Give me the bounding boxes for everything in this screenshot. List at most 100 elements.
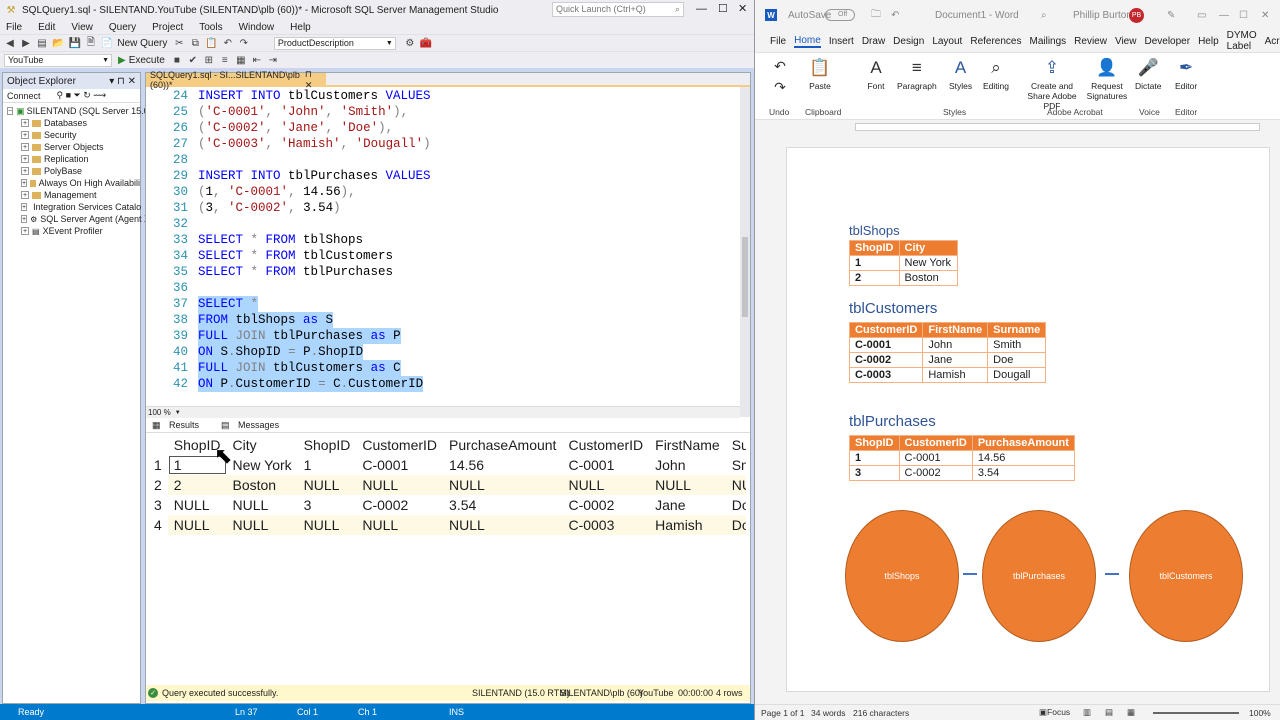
query-doc-tab[interactable]: SQLQuery1.sql - SI...SILENTAND\plb (60))…	[146, 69, 326, 90]
tree-node-polybase[interactable]: + PolyBase	[3, 165, 140, 177]
comment-icon[interactable]: ⇤	[251, 54, 263, 66]
document-page[interactable]: tblShops ShopID City 1 New York 2 Boston tb…	[786, 147, 1270, 692]
table-cell[interactable]: NULL	[649, 475, 726, 495]
table-cell[interactable]: Hamish	[649, 515, 726, 535]
styles-button[interactable]: A Styles	[949, 57, 972, 91]
menu-project[interactable]: Project	[152, 22, 183, 33]
database-combo[interactable]: YouTube ▼	[4, 53, 112, 67]
ruler[interactable]	[755, 120, 1280, 134]
table-cell[interactable]: Do	[725, 515, 746, 535]
editor-scrollbar[interactable]	[740, 87, 750, 417]
undo-button[interactable]: ↶ ↷	[769, 55, 791, 96]
table-cell[interactable]: C-0001	[356, 455, 443, 475]
tree-node-management[interactable]: + Management	[3, 189, 140, 201]
tab-references[interactable]: References	[970, 36, 1021, 47]
table-cell[interactable]: NULL	[226, 515, 298, 535]
print-layout-icon[interactable]: ▤	[1105, 707, 1113, 718]
font-button[interactable]: A Font	[865, 57, 887, 91]
expand-icon[interactable]: +	[21, 155, 29, 163]
table-cell[interactable]: C-0001	[562, 455, 649, 475]
create-share-pdf-button[interactable]: ⇪ Create and Share Adobe PDF	[1019, 57, 1085, 111]
column-header[interactable]: PurchaseAmount	[443, 435, 562, 455]
column-header[interactable]: CustomerID	[562, 435, 649, 455]
toolbox-icon[interactable]: 🧰	[420, 37, 432, 49]
close-button[interactable]: ✕	[738, 2, 747, 15]
minimize-button[interactable]: —	[1219, 10, 1229, 21]
tab-results[interactable]: ▦ Results	[152, 420, 207, 431]
execute-button[interactable]: ▶ Execute	[118, 55, 165, 66]
undo-icon[interactable]: ↶	[891, 10, 899, 21]
scrollbar-thumb[interactable]	[742, 237, 748, 317]
tree-node-integration-services[interactable]: + Integration Services Catalo	[3, 201, 141, 213]
filter-icon[interactable]: ⚲ ■ ⏷ ↻ ⟿	[57, 90, 107, 101]
table-cell[interactable]: 14.56	[443, 455, 562, 475]
diagram-node-customers[interactable]: tblCustomers	[1129, 510, 1243, 642]
save-icon[interactable]: 🗀	[871, 7, 881, 24]
table-cell[interactable]: 1	[298, 455, 357, 475]
ribbon-display-icon[interactable]: ▭	[1197, 10, 1206, 21]
tab-mailings[interactable]: Mailings	[1029, 36, 1066, 47]
solution-config-combo[interactable]: ProductDescription ▼	[273, 36, 396, 50]
collapse-icon[interactable]: −	[7, 107, 14, 115]
properties-icon[interactable]: ⚙	[404, 37, 416, 49]
new-query-button[interactable]: 📄 New Query	[101, 37, 167, 49]
table-cell[interactable]: 3	[298, 495, 357, 515]
redo-icon[interactable]: ↷	[238, 37, 250, 49]
paste-icon[interactable]: 📋	[205, 37, 217, 49]
tab-developer[interactable]: Developer	[1144, 36, 1190, 47]
menu-help[interactable]: Help	[290, 22, 311, 33]
maximize-button[interactable]: ☐	[718, 2, 728, 15]
diagram-node-purchases[interactable]: tblPurchases	[982, 510, 1096, 642]
table-cell[interactable]: NULL	[167, 515, 227, 535]
tab-home[interactable]: Home	[794, 35, 821, 48]
paste-button[interactable]: 📋 Paste	[809, 57, 831, 91]
column-header[interactable]: Su	[726, 435, 746, 455]
expand-icon[interactable]: +	[21, 191, 29, 199]
tab-view[interactable]: View	[1115, 36, 1137, 47]
menu-window[interactable]: Window	[239, 22, 275, 33]
column-header[interactable]: FirstName	[649, 435, 726, 455]
table-cell[interactable]: NU	[725, 475, 746, 495]
expand-icon[interactable]: +	[21, 131, 29, 139]
read-mode-icon[interactable]: ▥	[1083, 707, 1091, 718]
tree-node-server-objects[interactable]: + Server Objects	[3, 141, 140, 153]
table-cell[interactable]: C-0002	[356, 495, 443, 515]
table-cell[interactable]: Do	[726, 495, 746, 515]
open-icon[interactable]: 📂	[52, 37, 64, 49]
connect-button[interactable]: Connect	[7, 91, 41, 101]
menu-edit[interactable]: Edit	[38, 22, 55, 33]
expand-icon[interactable]: +	[21, 179, 28, 187]
web-layout-icon[interactable]: ▦	[1127, 707, 1135, 718]
column-header[interactable]: CustomerID	[356, 435, 443, 455]
tab-help[interactable]: Help	[1198, 36, 1219, 47]
table-cell[interactable]: New York	[227, 455, 298, 475]
cut-icon[interactable]: ✂	[173, 37, 185, 49]
tab-layout[interactable]: Layout	[932, 36, 962, 47]
paragraph-button[interactable]: ≡ Paragraph	[897, 57, 937, 91]
forward-icon[interactable]: ▶	[20, 37, 32, 49]
menu-file[interactable]: File	[6, 22, 22, 33]
expand-icon[interactable]: +	[21, 143, 29, 151]
tree-node-always-on[interactable]: + Always On High Availabili	[3, 177, 140, 189]
minimize-button[interactable]: —	[696, 3, 707, 15]
table-cell[interactable]: Sn	[726, 455, 746, 475]
menu-query[interactable]: Query	[109, 22, 136, 33]
expand-icon[interactable]: +	[21, 227, 29, 235]
dictate-button[interactable]: 🎤 Dictate	[1135, 57, 1161, 91]
tab-messages[interactable]: ▤ Messages	[221, 420, 287, 431]
table-cell[interactable]: NULL	[297, 475, 357, 495]
code-area[interactable]: 24 INSERT INTO tblCustomers VALUES 25('C-…	[146, 88, 740, 408]
tab-acrobat[interactable]: Acrob	[1265, 36, 1280, 47]
tree-node-security[interactable]: + Security	[3, 129, 140, 141]
close-button[interactable]: ✕	[1261, 10, 1269, 21]
table-cell[interactable]: NULL	[356, 515, 444, 535]
table-cell[interactable]: NULL	[297, 515, 357, 535]
focus-button[interactable]: ▣ Focus	[1039, 707, 1070, 718]
tree-node-sql-agent[interactable]: + ⚙ SQL Server Agent (Agent X	[3, 213, 150, 225]
tree-node-xevent[interactable]: + ▤ XEvent Profiler	[3, 225, 140, 237]
table-row[interactable]: 1 1 New York 1 C-0001 14.56 C-0001 John …	[148, 455, 746, 475]
table-cell[interactable]: 2	[167, 475, 227, 495]
undo-icon[interactable]: ↶	[222, 37, 234, 49]
table-row[interactable]: 4 NULL NULL NULL NULL NULL C-0003 Hamish…	[148, 515, 746, 535]
expand-icon[interactable]: +	[21, 167, 29, 175]
